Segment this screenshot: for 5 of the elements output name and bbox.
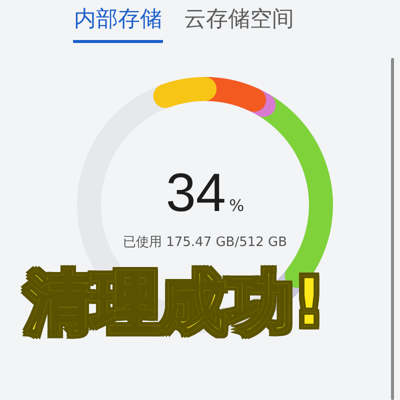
usage-text: 已使用 175.47 GB/512 GB [122,234,288,251]
usage-percent: 34 [166,163,226,223]
storage-tab[interactable]: 内部存储 [73,0,163,43]
percent-sign: % [228,196,244,215]
storage-tab[interactable]: 云存储空间 [183,0,295,43]
